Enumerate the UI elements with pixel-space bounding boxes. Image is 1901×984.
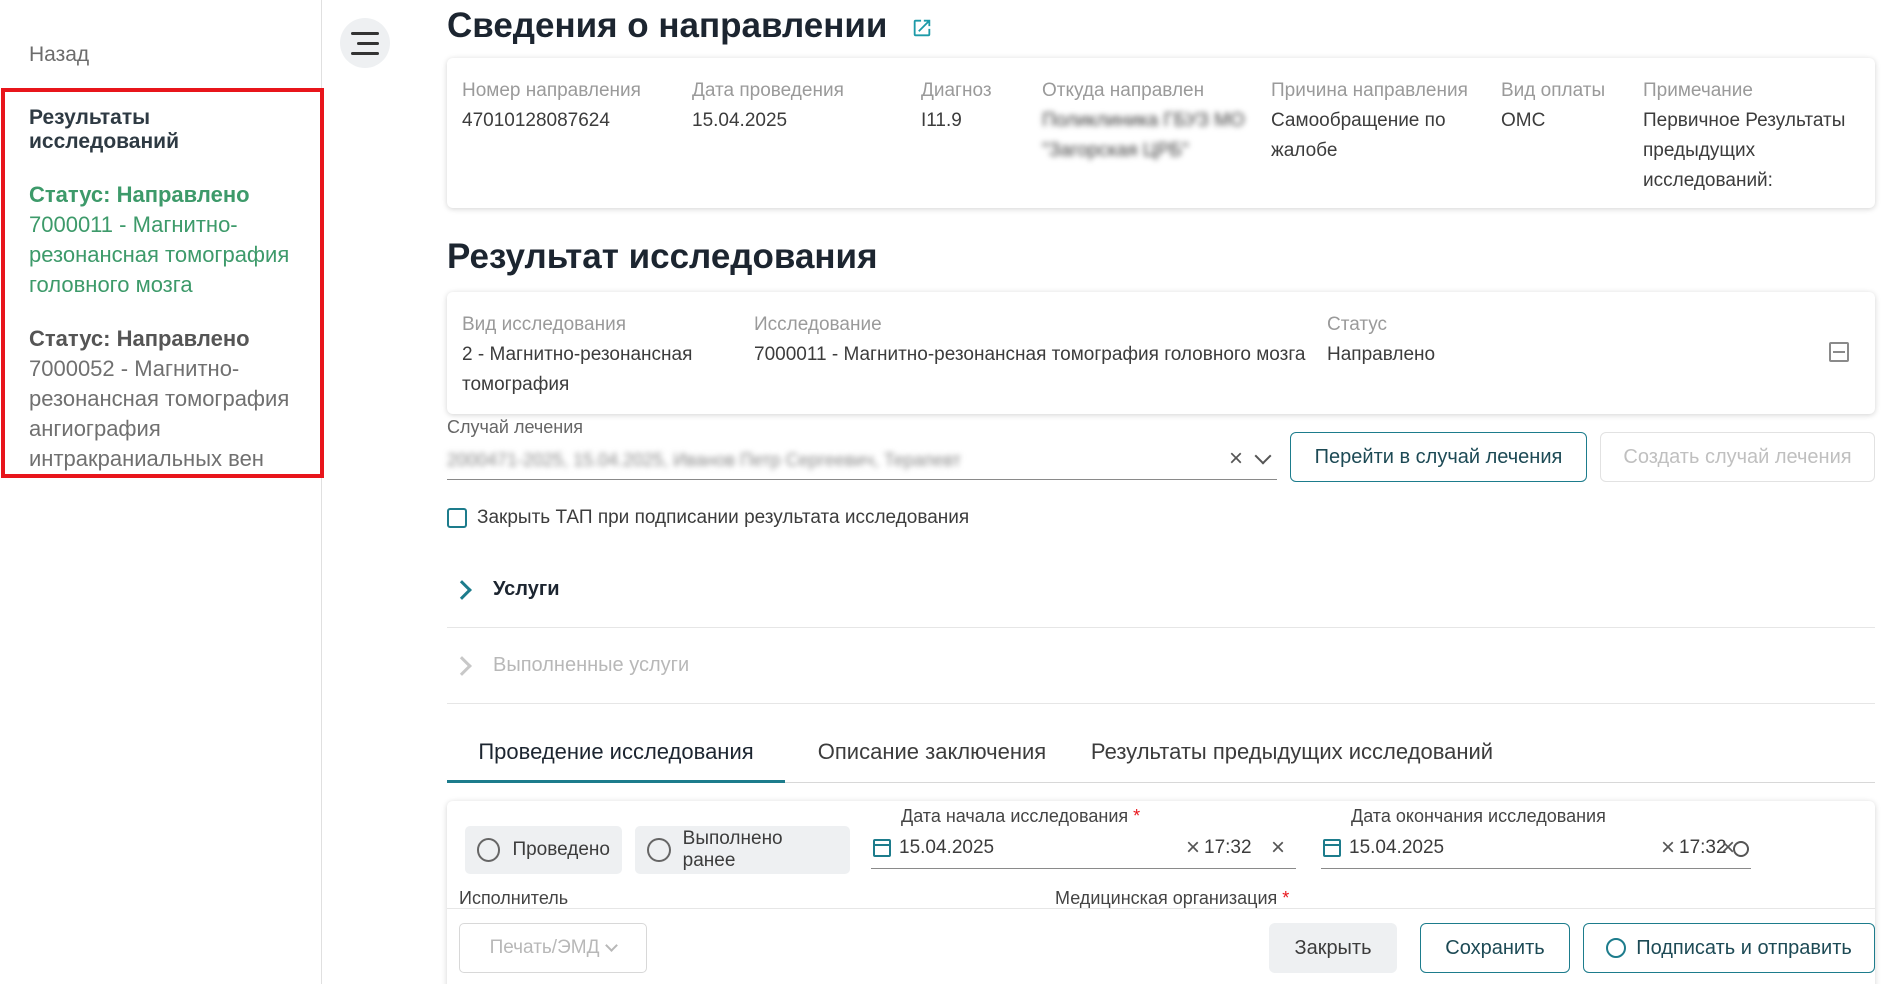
services-label: Услуги xyxy=(493,578,560,600)
clock-icon[interactable] xyxy=(1733,841,1749,857)
start-date-field[interactable]: 15.04.2025 × 17:32 × xyxy=(871,831,1296,869)
chart-icon[interactable] xyxy=(1829,342,1849,362)
study-value: 7000011 - Магнитно-резонансная томографи… xyxy=(754,344,1306,365)
date-label: Дата проведения xyxy=(692,80,844,101)
close-tap-checkbox[interactable] xyxy=(447,508,467,528)
clear-icon[interactable]: × xyxy=(1186,836,1200,860)
note-value: Первичное Результаты предыдущих исследов… xyxy=(1643,110,1846,191)
done-services-section[interactable]: Выполненные услуги xyxy=(447,628,1875,704)
clear-icon[interactable]: × xyxy=(1229,447,1243,471)
date-value: 15.04.2025 xyxy=(692,110,788,131)
study-label: Исследование xyxy=(754,314,882,335)
chevron-right-icon xyxy=(452,579,472,600)
results-panel: Результаты исследований Статус: Направле… xyxy=(1,88,324,478)
save-button[interactable]: Сохранить xyxy=(1420,923,1570,973)
end-date-input[interactable]: 15.04.2025 xyxy=(1349,831,1444,865)
from-value: Поликлиника ГБУЗ МО "Загорская ЦРБ" xyxy=(1042,110,1245,161)
number-label: Номер направления xyxy=(462,80,641,101)
study-item[interactable]: Статус: Направлено 7000052 - Магнитно-ре… xyxy=(29,324,296,474)
end-date-field[interactable]: 15.04.2025 × 17:32 × xyxy=(1321,831,1751,869)
sidebar: Назад Результаты исследований Статус: На… xyxy=(0,0,324,984)
case-label: Случай лечения xyxy=(447,417,583,437)
executor-label: Исполнитель xyxy=(459,888,569,908)
study-type-label: Вид исследования xyxy=(462,314,626,335)
org-label: Медицинская организация * xyxy=(1055,888,1290,908)
number-value: 47010128087624 xyxy=(462,110,610,131)
tabs: Проведение исследования Описание заключе… xyxy=(447,713,1875,783)
radio-earlier[interactable]: Выполнено ранее xyxy=(635,826,850,874)
footer-toolbar: Печать/ЭМД Закрыть Сохранить Подписать и… xyxy=(447,908,1875,984)
certificate-icon xyxy=(1606,938,1627,958)
diagnosis-label: Диагноз xyxy=(921,80,992,101)
payment-label: Вид оплаты xyxy=(1501,80,1606,101)
study-item[interactable]: Статус: Направлено 7000011 - Магнитно-ре… xyxy=(29,180,296,300)
start-time-input[interactable]: 17:32 xyxy=(1204,831,1252,865)
calendar-icon[interactable] xyxy=(1323,839,1341,857)
chevron-down-icon xyxy=(605,938,619,952)
hamburger-icon xyxy=(351,31,379,35)
tab-conduct[interactable]: Проведение исследования xyxy=(447,713,785,783)
study-status: Статус: Направлено xyxy=(29,182,250,207)
case-select[interactable]: 2000471-2025, 15.04.2025, Иванов Петр Се… xyxy=(447,440,1277,480)
reason-label: Причина направления xyxy=(1271,80,1468,101)
start-date-label: Дата начала исследования * xyxy=(901,806,1141,826)
payment-value: ОМС xyxy=(1501,110,1546,131)
services-section[interactable]: Услуги xyxy=(447,552,1875,628)
radio-done[interactable]: Проведено xyxy=(465,826,622,874)
radio-icon xyxy=(477,838,501,862)
menu-toggle-button[interactable] xyxy=(340,18,390,68)
start-date-input[interactable]: 15.04.2025 xyxy=(899,831,994,865)
reason-value: Самообращение по жалобе xyxy=(1271,110,1446,161)
chevron-down-icon[interactable] xyxy=(1254,447,1272,465)
study-name: 7000011 - Магнитно-резонансная томографи… xyxy=(29,212,290,297)
close-tap-label: Закрыть ТАП при подписании результата ис… xyxy=(477,507,970,528)
create-case-button[interactable]: Создать случай лечения xyxy=(1600,432,1875,482)
tab-previous-results[interactable]: Результаты предыдущих исследований xyxy=(1087,713,1497,783)
calendar-icon[interactable] xyxy=(873,839,891,857)
end-date-label: Дата окончания исследования xyxy=(1351,806,1606,826)
sign-send-button[interactable]: Подписать и отправить xyxy=(1583,923,1875,973)
case-value: 2000471-2025, 15.04.2025, Иванов Петр Се… xyxy=(447,450,962,470)
external-link-icon[interactable] xyxy=(911,17,933,39)
diagnosis-value: I11.9 xyxy=(921,110,962,131)
referral-title: Сведения о направлении xyxy=(447,6,933,46)
result-title: Результат исследования xyxy=(447,237,878,276)
study-status: Статус: Направлено xyxy=(29,326,250,351)
goto-case-button[interactable]: Перейти в случай лечения xyxy=(1290,432,1587,482)
note-label: Примечание xyxy=(1643,80,1753,101)
status-value: Направлено xyxy=(1327,344,1436,365)
radio-icon xyxy=(647,838,671,862)
tab-conclusion[interactable]: Описание заключения xyxy=(807,713,1057,783)
referral-card: Номер направления 47010128087624 Дата пр… xyxy=(447,58,1875,208)
back-link[interactable]: Назад xyxy=(29,43,89,67)
chevron-right-icon xyxy=(452,655,472,676)
clear-icon[interactable]: × xyxy=(1661,836,1675,860)
close-button[interactable]: Закрыть xyxy=(1269,923,1397,973)
print-emd-button[interactable]: Печать/ЭМД xyxy=(459,923,647,973)
status-label: Статус xyxy=(1327,314,1388,335)
result-card: Вид исследования 2 - Магнитно-резонансна… xyxy=(447,292,1875,414)
from-label: Откуда направлен xyxy=(1042,80,1205,101)
clear-icon[interactable]: × xyxy=(1271,836,1285,860)
results-title: Результаты исследований xyxy=(29,106,179,153)
study-name: 7000052 - Магнитно-резонансная томографи… xyxy=(29,356,290,471)
close-tap-row: Закрыть ТАП при подписании результата ис… xyxy=(447,507,969,529)
study-type-value: 2 - Магнитно-резонансная томография xyxy=(462,344,693,395)
done-services-label: Выполненные услуги xyxy=(493,654,690,676)
end-time-input[interactable]: 17:32 xyxy=(1679,831,1727,865)
